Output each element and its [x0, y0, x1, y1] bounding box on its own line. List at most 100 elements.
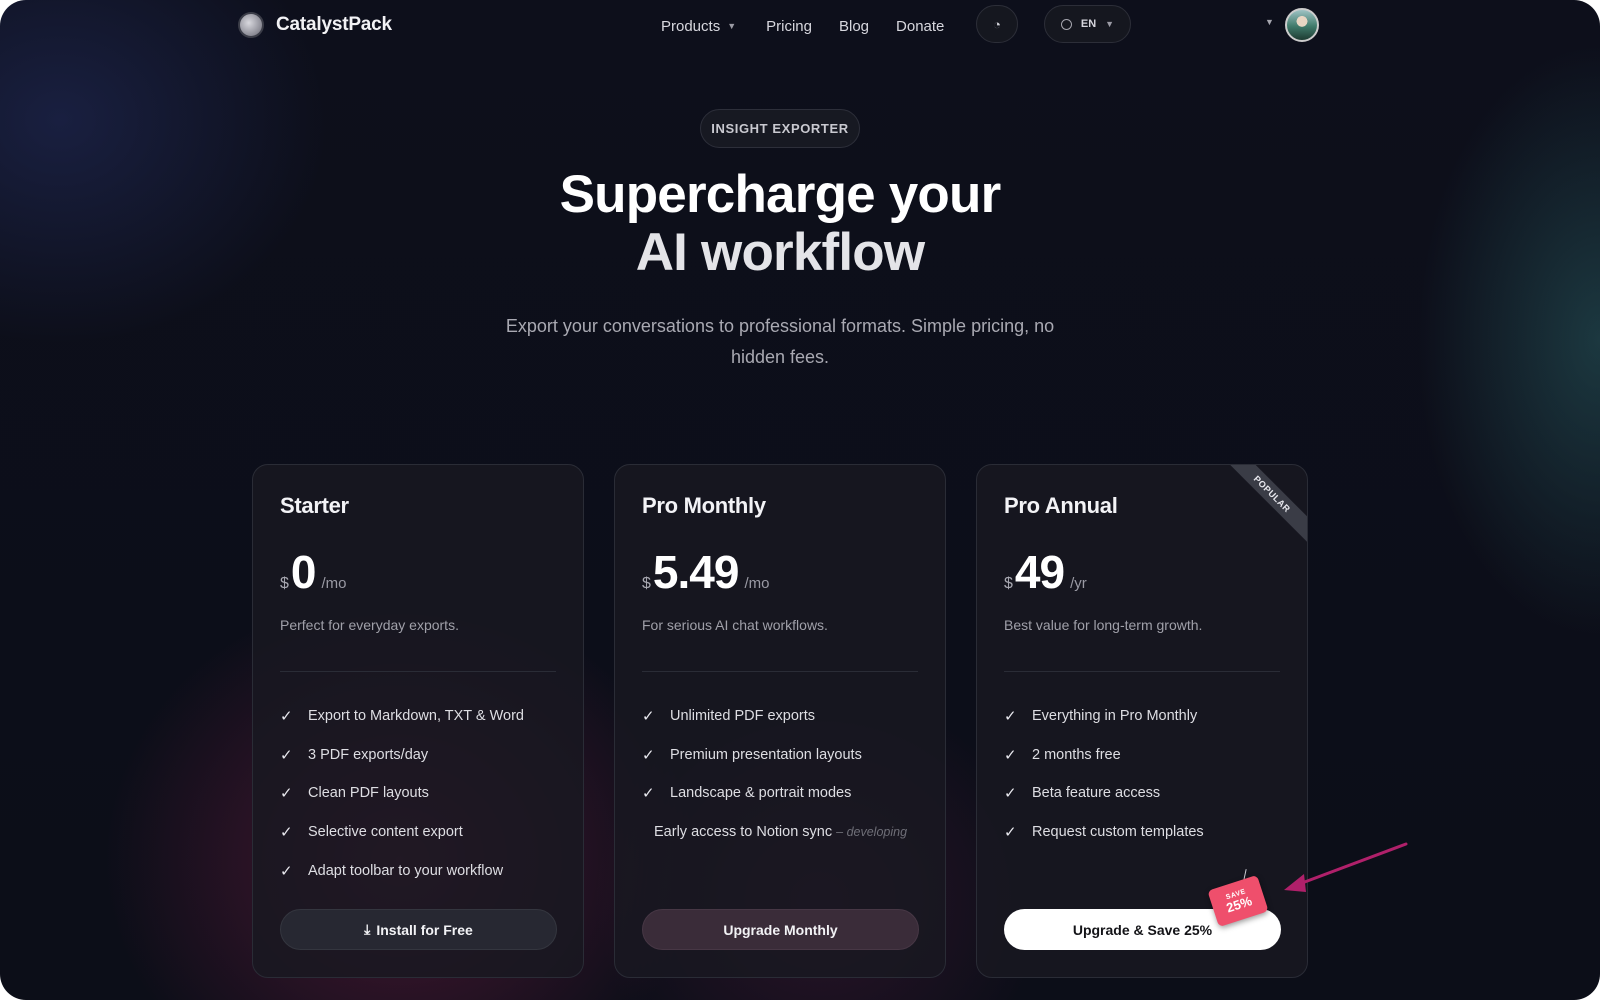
feature-item: ✓ Landscape & portrait modes [642, 774, 907, 813]
feature-item: ✓ Clean PDF layouts [280, 774, 524, 813]
page-frame: CatalystPack Products ▼ Pricing Blog Don… [0, 0, 1600, 1000]
divider [1004, 671, 1280, 672]
divider [280, 671, 556, 672]
feature-item: ✓ Premium presentation layouts [642, 736, 907, 775]
check-icon: ✓ [642, 785, 655, 803]
feature-item: ✓ Export to Markdown, TXT & Word [280, 697, 524, 736]
check-icon: ✓ [1004, 785, 1017, 803]
price-amount: 5.49 [652, 546, 740, 598]
feature-text: Selective content export [308, 824, 463, 841]
headline-line-2: AI workflow [635, 223, 925, 282]
feature-item: ✓ Everything in Pro Monthly [1004, 697, 1204, 736]
upcoming-feature-text: Early access to Notion sync [654, 824, 833, 841]
check-icon: ✓ [280, 708, 293, 726]
plan-name: Starter [280, 493, 349, 518]
hero-subtitle: Export your conversations to professiona… [505, 316, 1055, 367]
feature-list: ✓ Unlimited PDF exports ✓ Premium presenta… [642, 697, 907, 851]
headline-line-1: Supercharge your [559, 165, 1002, 224]
check-icon: ✓ [1004, 708, 1017, 726]
button-label: Install for Free [376, 921, 473, 938]
check-icon: ✓ [642, 708, 655, 726]
feature-text: Premium presentation layouts [670, 746, 862, 763]
check-icon: ✓ [280, 862, 293, 880]
feature-item: ✓ Request custom templates [1004, 813, 1204, 852]
price-period: /mo [321, 575, 347, 592]
chevron-down-icon: ▼ [727, 21, 737, 31]
main-nav: Products ▼ Pricing Blog Donate [661, 15, 944, 37]
plan-price: $ 49 /yr [1004, 545, 1087, 599]
check-icon: ✓ [1004, 746, 1017, 764]
user-avatar[interactable] [1285, 8, 1319, 42]
theme-toggle-icon: ◔ [993, 16, 1001, 32]
plan-name: Pro Annual [1004, 493, 1118, 518]
logo-icon [238, 12, 264, 38]
feature-text: Export to Markdown, TXT & Word [308, 708, 524, 725]
nav-products[interactable]: Products ▼ [661, 15, 736, 37]
check-icon: ✓ [280, 746, 293, 764]
feature-text: Everything in Pro Monthly [1032, 708, 1198, 725]
nav-donate[interactable]: Donate [896, 15, 944, 37]
plan-price: $ 5.49 /mo [642, 545, 769, 599]
hero-headline: Supercharge your AI workflow [450, 166, 1110, 282]
plan-name: Pro Monthly [642, 493, 766, 518]
download-icon: ⤓ [364, 921, 371, 937]
plan-description: For serious AI chat workflows. [642, 617, 828, 633]
feature-text: Landscape & portrait modes [670, 785, 852, 802]
feature-text: 2 months free [1032, 746, 1121, 763]
plan-card-starter: Starter $ 0 /mo Perfect for everyday exp… [252, 464, 584, 978]
product-badge: INSIGHT EXPORTER [700, 109, 860, 148]
language-selector[interactable]: EN ▼ [1044, 5, 1131, 43]
button-label: Upgrade & Save 25% [1072, 921, 1213, 938]
nav-blog-label: Blog [838, 17, 870, 35]
feature-list: ✓ Export to Markdown, TXT & Word ✓ 3 PDF e… [280, 697, 524, 890]
brand-name: CatalystPack [276, 14, 392, 35]
price-currency: $ [280, 575, 289, 592]
price-currency: $ [1004, 575, 1013, 592]
divider [642, 671, 918, 672]
nav-blog[interactable]: Blog [839, 15, 869, 37]
check-icon: ✓ [280, 785, 293, 803]
annotation-arrow-icon [1284, 842, 1408, 892]
feature-item: ✓ Adapt toolbar to your workflow [280, 851, 524, 890]
feature-text: Adapt toolbar to your workflow [308, 862, 504, 879]
globe-icon [1060, 18, 1072, 30]
feature-item: ✓ Beta feature access [1004, 774, 1204, 813]
plan-description: Perfect for everyday exports. [280, 617, 459, 633]
feature-text: Unlimited PDF exports [670, 708, 816, 725]
feature-item: ✓ Selective content export [280, 813, 524, 852]
brand-logo[interactable]: CatalystPack [238, 12, 392, 38]
feature-item: ✓ Unlimited PDF exports [642, 697, 907, 736]
feature-text: Clean PDF layouts [308, 785, 429, 802]
popular-ribbon: POPULAR [1219, 465, 1307, 547]
upgrade-monthly-button[interactable]: Upgrade Monthly [642, 909, 919, 950]
language-label: EN [1080, 18, 1097, 30]
feature-item: ✓ 3 PDF exports/day [280, 736, 524, 775]
check-icon: ✓ [642, 746, 655, 764]
feature-text: Beta feature access [1032, 785, 1161, 802]
price-amount: 0 [290, 546, 317, 598]
price-period: /yr [1070, 575, 1087, 592]
feature-text: Request custom templates [1032, 824, 1204, 841]
user-menu-chevron-icon[interactable]: ▼ [1265, 17, 1274, 27]
price-amount: 49 [1014, 546, 1065, 598]
price-period: /mo [744, 575, 770, 592]
nav-pricing[interactable]: Pricing [766, 15, 812, 37]
nav-donate-label: Donate [896, 17, 945, 35]
feature-list: ✓ Everything in Pro Monthly ✓ 2 months fre… [1004, 697, 1204, 851]
feature-text: 3 PDF exports/day [308, 746, 429, 763]
check-icon: ✓ [280, 824, 293, 842]
theme-toggle-button[interactable]: ◔ [976, 5, 1018, 43]
plan-price: $ 0 /mo [280, 545, 347, 599]
plan-card-pro-monthly: Pro Monthly $ 5.49 /mo For serious AI ch… [614, 464, 946, 978]
feature-item: ✓ 2 months free [1004, 736, 1204, 775]
price-currency: $ [642, 575, 651, 592]
upcoming-feature-note: – developing [836, 825, 908, 840]
chevron-down-icon: ▼ [1105, 19, 1115, 29]
upcoming-feature-item: Early access to Notion sync – developing [642, 813, 907, 852]
button-label: Upgrade Monthly [723, 921, 838, 938]
nav-products-label: Products [661, 17, 721, 35]
install-free-button[interactable]: ⤓ Install for Free [280, 909, 557, 950]
plan-description: Best value for long-term growth. [1004, 617, 1203, 633]
check-icon: ✓ [1004, 824, 1017, 842]
nav-pricing-label: Pricing [766, 17, 812, 35]
